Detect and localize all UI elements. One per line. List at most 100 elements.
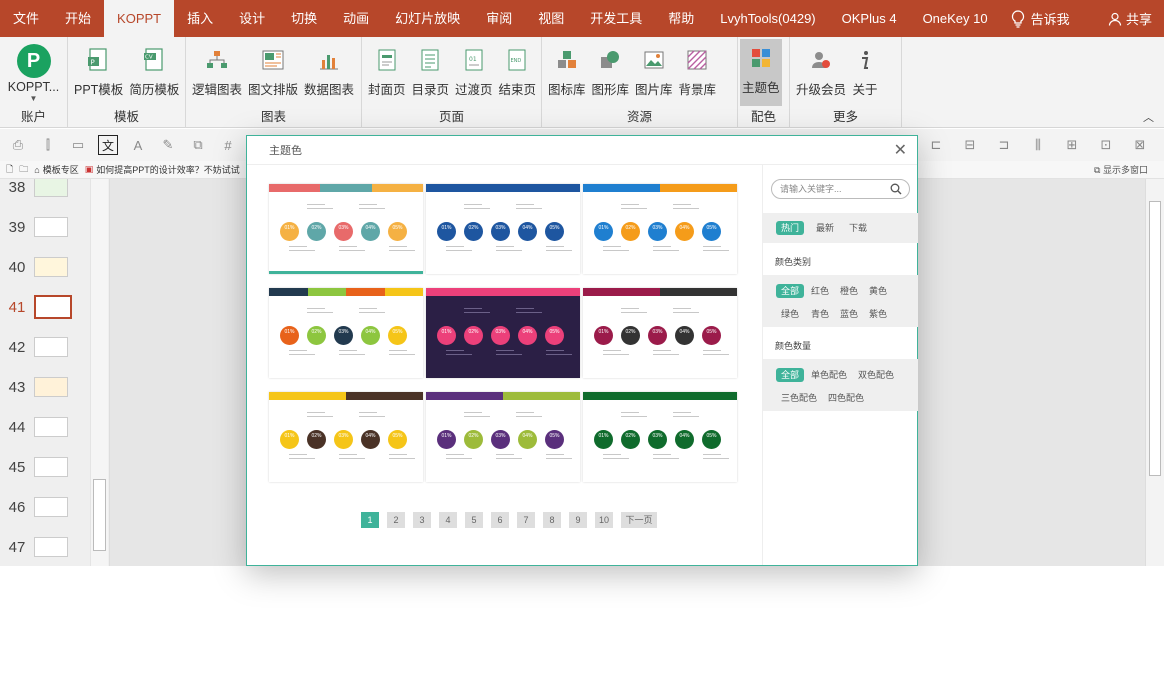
- icon-library-button[interactable]: 图标库: [546, 41, 588, 108]
- arrange-icon[interactable]: ⊡: [1096, 135, 1116, 155]
- cover-page-button[interactable]: 封面页: [366, 41, 408, 108]
- page-button[interactable]: 10: [595, 512, 613, 528]
- menu-file[interactable]: 文件: [0, 0, 52, 37]
- resume-template-button[interactable]: CV 简历模板: [127, 41, 181, 108]
- menu-design[interactable]: 设计: [226, 0, 278, 37]
- scrollbar-thumb[interactable]: [1149, 201, 1161, 476]
- theme-card[interactable]: 01% 02% 03% 04% 05%: [426, 392, 580, 482]
- canvas-scrollbar[interactable]: [1145, 179, 1164, 566]
- theme-card[interactable]: 01% 02% 03% 04% 05%: [583, 184, 737, 274]
- menu-onekey[interactable]: OneKey 10: [910, 0, 1001, 37]
- theme-card[interactable]: 01% 02% 03% 04% 05%: [269, 184, 423, 274]
- end-page-button[interactable]: END 结束页: [497, 41, 539, 108]
- crop-icon[interactable]: ⧉: [188, 135, 208, 155]
- font-color-icon[interactable]: A: [128, 135, 148, 155]
- page-button[interactable]: 7: [517, 512, 535, 528]
- menu-help[interactable]: 帮助: [655, 0, 707, 37]
- color-blue[interactable]: 蓝色: [835, 307, 863, 321]
- scrollbar-thumb[interactable]: [93, 479, 106, 551]
- count-all[interactable]: 全部: [776, 368, 805, 382]
- menu-slideshow[interactable]: 幻灯片放映: [382, 0, 473, 37]
- logic-chart-button[interactable]: 逻辑图表: [190, 41, 244, 108]
- page-button[interactable]: 6: [491, 512, 509, 528]
- align-center-icon[interactable]: ⊟: [960, 135, 980, 155]
- image-library-button[interactable]: 图片库: [633, 41, 675, 108]
- page-button[interactable]: 9: [569, 512, 587, 528]
- align-icon[interactable]: ⫿: [38, 135, 58, 155]
- collapse-ribbon-icon[interactable]: ︿: [1143, 109, 1154, 125]
- background-library-button[interactable]: 背景库: [677, 41, 719, 108]
- menu-insert[interactable]: 插入: [174, 0, 226, 37]
- sort-latest[interactable]: 最新: [811, 221, 839, 235]
- page-button[interactable]: 4: [439, 512, 457, 528]
- slide-item[interactable]: 44: [0, 407, 90, 447]
- menu-lvyhtools[interactable]: LvyhTools(0429): [707, 0, 828, 37]
- menu-view[interactable]: 视图: [525, 0, 577, 37]
- about-button[interactable]: 关于: [850, 41, 880, 108]
- tab-template-zone[interactable]: ⌂ 模板专区: [34, 163, 78, 176]
- print-icon[interactable]: ⎙: [8, 135, 28, 155]
- menu-developer[interactable]: 开发工具: [577, 0, 655, 37]
- upgrade-member-button[interactable]: 升级会员: [794, 41, 848, 108]
- menu-okplus[interactable]: OKPlus 4: [829, 0, 910, 37]
- koppt-account-button[interactable]: P KOPPT... ▼: [6, 41, 61, 108]
- page-button[interactable]: 8: [543, 512, 561, 528]
- align-right-icon[interactable]: ⊐: [994, 135, 1014, 155]
- tab-article[interactable]: ▣ 如何提高PPT的设计效率？不妨试试: [85, 163, 240, 176]
- folder-icon[interactable]: 🗀: [19, 162, 28, 178]
- chinese-text-icon[interactable]: 文: [98, 135, 118, 155]
- data-chart-button[interactable]: 数据图表: [302, 41, 356, 108]
- multi-window-button[interactable]: ⧉ 显示多窗口: [1094, 163, 1148, 176]
- pen-icon[interactable]: ✎: [158, 135, 178, 155]
- textbox-icon[interactable]: ▭: [68, 135, 88, 155]
- color-red[interactable]: 红色: [806, 284, 834, 298]
- count-single[interactable]: 单色配色: [806, 368, 852, 382]
- share-button[interactable]: 共享: [1108, 9, 1164, 28]
- theme-card[interactable]: 01% 02% 03% 04% 05%: [269, 392, 423, 482]
- search-input[interactable]: 请输入关键字...: [771, 179, 910, 199]
- theme-card[interactable]: 01% 02% 03% 04% 05%: [583, 288, 737, 378]
- slide-item-active[interactable]: 41: [0, 287, 90, 327]
- transition-page-button[interactable]: 01 过渡页: [453, 41, 495, 108]
- menu-review[interactable]: 审阅: [473, 0, 525, 37]
- group-icon[interactable]: ⊠: [1130, 135, 1150, 155]
- page-button[interactable]: 5: [465, 512, 483, 528]
- count-double[interactable]: 双色配色: [853, 368, 899, 382]
- new-doc-icon[interactable]: 🗋: [6, 162, 13, 178]
- shape-library-button[interactable]: 图形库: [590, 41, 632, 108]
- color-cyan[interactable]: 青色: [806, 307, 834, 321]
- slide-item[interactable]: 39: [0, 207, 90, 247]
- image-text-layout-button[interactable]: 图文排版: [246, 41, 300, 108]
- slide-item[interactable]: 47: [0, 527, 90, 566]
- ppt-template-button[interactable]: P PPT模板: [72, 41, 125, 108]
- color-purple[interactable]: 紫色: [864, 307, 892, 321]
- color-orange[interactable]: 橙色: [835, 284, 863, 298]
- slide-item[interactable]: 43: [0, 367, 90, 407]
- menu-koppt[interactable]: KOPPT: [104, 0, 175, 37]
- align-left-icon[interactable]: ⊏: [926, 135, 946, 155]
- page-button[interactable]: 3: [413, 512, 431, 528]
- color-yellow[interactable]: 黄色: [864, 284, 892, 298]
- tell-me[interactable]: 告诉我: [1001, 9, 1090, 28]
- slide-item[interactable]: 42: [0, 327, 90, 367]
- next-page-button[interactable]: 下一页: [621, 512, 657, 528]
- distribute-icon[interactable]: ⫼: [1028, 135, 1048, 155]
- sort-hot[interactable]: 热门: [776, 221, 805, 235]
- slide-item[interactable]: 40: [0, 247, 90, 287]
- slide-item[interactable]: 46: [0, 487, 90, 527]
- hash-icon[interactable]: #: [218, 135, 238, 155]
- menu-transitions[interactable]: 切换: [278, 0, 330, 37]
- theme-card[interactable]: 01% 02% 03% 04% 05%: [426, 184, 580, 274]
- color-green[interactable]: 绿色: [776, 307, 804, 321]
- close-icon[interactable]: ✕: [894, 140, 907, 160]
- page-button[interactable]: 1: [361, 512, 379, 528]
- slide-panel-scrollbar[interactable]: [90, 179, 108, 566]
- color-all[interactable]: 全部: [776, 284, 805, 298]
- theme-color-button[interactable]: 主题色: [740, 39, 782, 106]
- stack-icon[interactable]: ⊞: [1062, 135, 1082, 155]
- menu-animations[interactable]: 动画: [330, 0, 382, 37]
- count-triple[interactable]: 三色配色: [776, 391, 822, 405]
- slide-item[interactable]: 38: [0, 179, 90, 207]
- sort-download[interactable]: 下载: [844, 221, 872, 235]
- slide-item[interactable]: 45: [0, 447, 90, 487]
